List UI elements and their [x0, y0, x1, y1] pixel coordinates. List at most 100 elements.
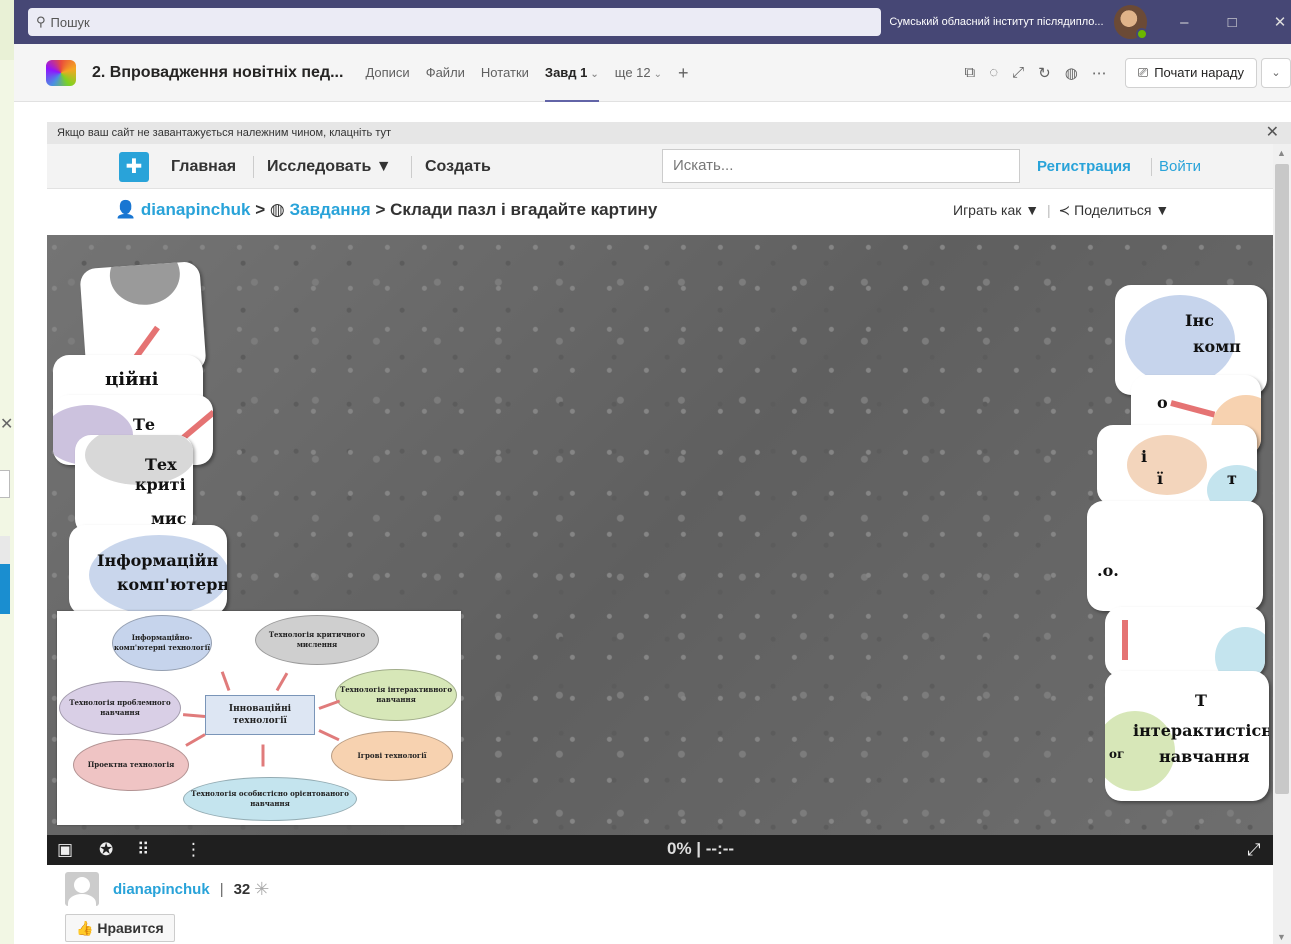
org-name[interactable]: Сумський обласний інститут післядипло...: [889, 16, 1103, 28]
like-button[interactable]: 👍 Нравится: [65, 914, 175, 942]
ref-node: Технологія проблемного навчання: [59, 681, 181, 735]
like-label: Нравится: [97, 920, 164, 936]
divider: |: [1047, 202, 1051, 218]
puzzle-count: 32: [233, 880, 251, 898]
minimize-button[interactable]: –: [1173, 14, 1195, 31]
expand-icon[interactable]: ⤢: [1012, 64, 1024, 81]
tab-posts[interactable]: Дописи: [365, 44, 409, 102]
teams-search-input[interactable]: ⚲ Пошук: [28, 8, 882, 36]
conversation-icon[interactable]: ◌: [989, 64, 998, 81]
breadcrumb-user[interactable]: dianapinchuk: [141, 200, 251, 219]
fullscreen-icon[interactable]: ⤢: [1247, 840, 1261, 860]
puzzle-piece[interactable]: Тех криті мис: [75, 435, 193, 535]
register-link[interactable]: Регистрация: [1037, 144, 1131, 189]
site-navbar: ✚ Главная Исследовать ▼ Создать Искать..…: [47, 144, 1273, 189]
ref-node: Проектна технологія: [73, 739, 189, 791]
puzzle-piece[interactable]: і ї т: [1097, 425, 1257, 505]
more-vertical-icon[interactable]: ⋮: [185, 840, 202, 860]
meeting-dropdown-button[interactable]: ⌄: [1261, 57, 1291, 88]
tab-more-label: ще 12: [614, 64, 651, 80]
left-panel-close-icon[interactable]: ✕: [0, 405, 14, 445]
status-available-icon: [1136, 28, 1149, 40]
separator: |: [219, 880, 224, 898]
puzzle-piece[interactable]: Інформаційн комп'ютерні: [69, 525, 227, 615]
author-row: dianapinchuk | 32 ✳: [65, 872, 269, 906]
left-panel-selected-row[interactable]: [0, 564, 10, 614]
author-avatar[interactable]: [65, 872, 99, 906]
nav-explore[interactable]: Исследовать ▼: [267, 144, 392, 189]
piece-text: інтерактистісн: [1133, 721, 1269, 740]
scroll-down-icon[interactable]: ▼: [1277, 932, 1286, 942]
ref-node: Технологія критичного мислення: [255, 615, 379, 665]
puzzle-board[interactable]: ційні Те Тех криті мис Інформаційн комп'…: [47, 235, 1273, 835]
start-meeting-button[interactable]: ⎚ Почати нараду: [1124, 57, 1257, 88]
video-camera-icon: ⎚: [1137, 64, 1149, 80]
refresh-icon[interactable]: ↻: [1038, 64, 1051, 82]
piece-text: ї: [1157, 469, 1164, 488]
scrollbar-thumb[interactable]: [1275, 164, 1289, 794]
share-dropdown[interactable]: Поделиться ▼: [1074, 202, 1169, 218]
site-search-input[interactable]: Искать...: [662, 149, 1020, 183]
breadcrumb-separator: >: [255, 200, 266, 219]
notice-close-icon[interactable]: ✕: [1266, 122, 1279, 144]
left-panel-input[interactable]: [0, 470, 10, 498]
reference-image[interactable]: Інформаційно-комп'ютерні технології Техн…: [57, 611, 461, 825]
nav-divider: [411, 156, 412, 178]
piece-text: Тех: [145, 455, 177, 474]
piece-text: Інс: [1185, 311, 1214, 330]
piece-text: о: [1157, 393, 1168, 412]
notice-text[interactable]: Якщо ваш сайт не завантажується належним…: [57, 127, 391, 139]
start-meeting-label: Почати нараду: [1154, 65, 1244, 80]
channel-title[interactable]: 2. Впровадження новітніх пед...: [92, 64, 343, 82]
add-tab-button[interactable]: +: [678, 44, 689, 102]
arrow-shape: [181, 409, 213, 441]
close-window-button[interactable]: ✕: [1269, 13, 1291, 31]
puzzle-piece[interactable]: Т інтерактистісн навчання ог: [1105, 671, 1269, 801]
play-as-dropdown[interactable]: Играть как ▼: [953, 202, 1039, 218]
arrow-shape: [1122, 620, 1128, 660]
chevron-down-icon: ⌄: [653, 68, 663, 80]
puzzle-piece[interactable]: .о.: [1087, 501, 1263, 611]
notice-bar[interactable]: Якщо ваш сайт не завантажується належним…: [47, 122, 1291, 144]
piece-text: Т: [1195, 691, 1207, 710]
popout-icon[interactable]: ⧉: [964, 64, 975, 81]
author-name[interactable]: dianapinchuk: [113, 881, 210, 898]
tab-task-1[interactable]: Завд 1 ⌄: [544, 44, 599, 102]
user-avatar[interactable]: [1113, 5, 1149, 40]
login-link[interactable]: Войти: [1159, 144, 1201, 189]
embedded-website: ✚ Главная Исследовать ▼ Создать Искать..…: [47, 144, 1291, 944]
maximize-button[interactable]: □: [1221, 14, 1243, 31]
left-panel-row: [0, 536, 10, 564]
share-icon[interactable]: ≺: [1059, 202, 1071, 218]
teams-window: ✕ ⚲ Пошук Сумський обласний інститут піс…: [0, 0, 1291, 944]
piece-text: ційні: [105, 369, 159, 390]
chevron-down-icon: ⌄: [590, 68, 599, 80]
tab-notes[interactable]: Нотатки: [481, 44, 529, 102]
ghost-icon[interactable]: ✪: [99, 840, 113, 860]
nav-home[interactable]: Главная: [171, 144, 236, 189]
more-options-icon[interactable]: ⋯: [1092, 64, 1107, 82]
site-logo-icon[interactable]: ✚: [119, 152, 149, 182]
search-icon: ⚲: [36, 14, 46, 29]
image-preview-icon[interactable]: ▣: [57, 840, 73, 860]
tab-files[interactable]: Файли: [426, 44, 465, 102]
user-icon: 👤: [115, 200, 137, 219]
ref-arrow: [185, 733, 206, 747]
ref-center: Інноваційні технології: [205, 695, 315, 735]
left-background-panel: ✕: [0, 0, 14, 944]
breadcrumb-folder[interactable]: Завдання: [289, 200, 370, 219]
piece-text: .о.: [1097, 561, 1119, 580]
ref-node: Технологія особистісно орієнтованого нав…: [183, 777, 357, 821]
piece-text: Те: [133, 415, 156, 434]
channel-actions: ⧉ ◌ ⤢ ↻ ◍ ⋯: [950, 64, 1106, 82]
scroll-up-icon[interactable]: ▲: [1277, 148, 1286, 158]
vertical-scrollbar[interactable]: ▲ ▼: [1273, 144, 1291, 944]
tab-more[interactable]: ще 12 ⌄: [615, 44, 662, 102]
team-logo-icon: [46, 59, 76, 86]
piece-text: і: [1141, 447, 1148, 466]
grid-icon[interactable]: ⠿: [137, 840, 149, 860]
piece-text: комп: [1193, 337, 1241, 356]
globe-icon[interactable]: ◍: [1065, 64, 1078, 82]
puzzle-piece[interactable]: [1105, 607, 1265, 677]
nav-create[interactable]: Создать: [425, 144, 491, 189]
